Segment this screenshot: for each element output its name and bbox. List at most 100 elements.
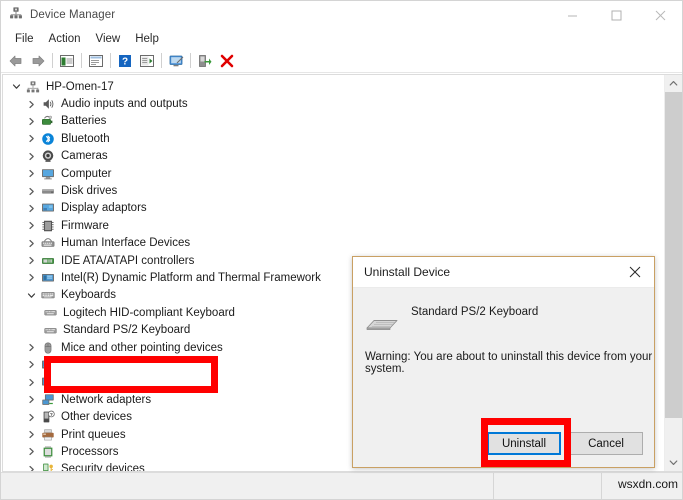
forward-icon[interactable] — [27, 51, 49, 71]
toolbar-separator — [52, 53, 53, 68]
bluetooth-icon — [39, 132, 57, 146]
chevron-right-icon[interactable] — [23, 465, 39, 471]
chevron-right-icon[interactable] — [23, 152, 39, 161]
toolbar-separator — [161, 53, 162, 68]
tree-node-label: Mice and other pointing devices — [61, 341, 223, 354]
chevron-right-icon[interactable] — [23, 221, 39, 230]
printer-icon — [39, 428, 57, 442]
chevron-right-icon[interactable] — [23, 100, 39, 109]
status-bar: wsxdn.com — [1, 472, 682, 499]
computer-root-icon — [24, 80, 42, 94]
device-manager-icon — [9, 6, 23, 25]
tree-node-label: Security devices — [61, 463, 145, 471]
menu-item-view[interactable]: View — [89, 30, 129, 49]
menu-item-help[interactable]: Help — [128, 30, 167, 49]
toolbar-separator — [81, 53, 82, 68]
minimize-icon[interactable] — [550, 1, 594, 29]
tree-node-label: Batteries — [61, 115, 107, 128]
speaker-icon — [39, 97, 57, 111]
chevron-down-icon[interactable] — [23, 291, 39, 300]
tree-node-cameras[interactable]: Cameras — [3, 148, 664, 165]
scan-for-hardware-changes-icon[interactable] — [165, 51, 187, 71]
svg-text:?: ? — [50, 412, 53, 418]
window-controls — [550, 1, 682, 29]
firmware-icon — [39, 219, 57, 233]
monitor-icon — [39, 167, 57, 181]
tree-node-label: Keyboards — [61, 289, 116, 302]
menu-item-action[interactable]: Action — [42, 30, 89, 49]
dialog-button-row: Uninstall Cancel — [487, 432, 643, 455]
mouse-icon — [39, 341, 57, 355]
tree-node-computer[interactable]: Computer — [3, 165, 664, 182]
tree-node-label: Computer — [61, 167, 112, 180]
tree-node-firmware[interactable]: Firmware — [3, 217, 664, 234]
chevron-right-icon[interactable] — [23, 360, 39, 369]
chevron-right-icon[interactable] — [23, 256, 39, 265]
chevron-right-icon[interactable] — [23, 169, 39, 178]
uninstall-button[interactable]: Uninstall — [487, 432, 561, 455]
menu-bar: File Action View Help — [1, 29, 682, 49]
tree-node-human-interface-devices[interactable]: Human Interface Devices — [3, 235, 664, 252]
enable-device-icon[interactable] — [194, 51, 216, 71]
chevron-right-icon[interactable] — [23, 187, 39, 196]
tree-node-label: Standard PS/2 Keyboard — [63, 324, 191, 337]
show-hide-console-tree-icon[interactable] — [56, 51, 78, 71]
tree-node-bluetooth[interactable]: Bluetooth — [3, 130, 664, 147]
tree-node-label: Intel(R) Dynamic Platform and Thermal Fr… — [61, 271, 321, 284]
chevron-right-icon[interactable] — [23, 378, 39, 387]
toolbar-separator — [190, 53, 191, 68]
display-adapter-icon — [39, 201, 57, 215]
chevron-right-icon[interactable] — [23, 430, 39, 439]
tree-node-label: Other devices — [61, 411, 132, 424]
tree-node-label: Processors — [61, 445, 119, 458]
close-icon[interactable] — [616, 257, 654, 287]
chevron-right-icon[interactable] — [23, 239, 39, 248]
scrollbar-thumb[interactable] — [665, 92, 682, 418]
uninstall-device-icon[interactable] — [216, 51, 238, 71]
close-icon[interactable] — [638, 1, 682, 29]
tree-node-display-adaptors[interactable]: Display adaptors — [3, 200, 664, 217]
tree-node-label: Bluetooth — [61, 132, 110, 145]
title-bar: Device Manager — [1, 1, 682, 29]
thermal-framework-icon — [39, 271, 57, 285]
toolbar: ? — [1, 49, 682, 73]
chevron-right-icon[interactable] — [23, 273, 39, 282]
tree-node-batteries[interactable]: Batteries — [3, 113, 664, 130]
watermark: wsxdn.com — [617, 477, 678, 491]
chevron-right-icon[interactable] — [23, 134, 39, 143]
tree-node-label: Audio inputs and outputs — [61, 98, 188, 111]
chevron-right-icon[interactable] — [23, 447, 39, 456]
tree-node-label: Human Interface Devices — [61, 237, 191, 250]
chevron-right-icon[interactable] — [23, 117, 39, 126]
hid-icon — [39, 236, 57, 250]
window-title: Device Manager — [30, 9, 116, 21]
chevron-right-icon[interactable] — [23, 343, 39, 352]
scroll-up-arrow-icon[interactable] — [665, 75, 682, 92]
help-icon[interactable]: ? — [114, 51, 136, 71]
dialog-device-name: Standard PS/2 Keyboard — [411, 306, 539, 318]
status-bar-separator — [493, 473, 494, 499]
cancel-button[interactable]: Cancel — [569, 432, 643, 455]
maximize-icon[interactable] — [594, 1, 638, 29]
scroll-down-arrow-icon[interactable] — [665, 454, 682, 471]
chevron-right-icon[interactable] — [23, 395, 39, 404]
tree-node-audio-inputs-and-outputs[interactable]: Audio inputs and outputs — [3, 95, 664, 112]
status-bar-separator — [601, 473, 602, 499]
tree-node-disk-drives[interactable]: Disk drives — [3, 182, 664, 199]
update-driver-icon[interactable] — [136, 51, 158, 71]
tree-node-label: Logitech HID-compliant Keyboard — [63, 306, 235, 319]
chevron-down-icon[interactable] — [8, 82, 24, 91]
chevron-right-icon[interactable] — [23, 413, 39, 422]
menu-item-file[interactable]: File — [8, 30, 42, 49]
svg-text:?: ? — [122, 56, 128, 67]
tree-node-hp-omen-17[interactable]: HP-Omen-17 — [3, 78, 664, 95]
dialog-body: Standard PS/2 Keyboard Warning: You are … — [353, 288, 654, 467]
vertical-scrollbar[interactable] — [664, 75, 682, 471]
chevron-right-icon[interactable] — [23, 204, 39, 213]
back-icon[interactable] — [5, 51, 27, 71]
camera-icon — [39, 149, 57, 163]
properties-icon[interactable] — [85, 51, 107, 71]
battery-icon — [39, 114, 57, 128]
dialog-device-row: Standard PS/2 Keyboard — [353, 288, 654, 334]
processor-icon — [39, 445, 57, 459]
